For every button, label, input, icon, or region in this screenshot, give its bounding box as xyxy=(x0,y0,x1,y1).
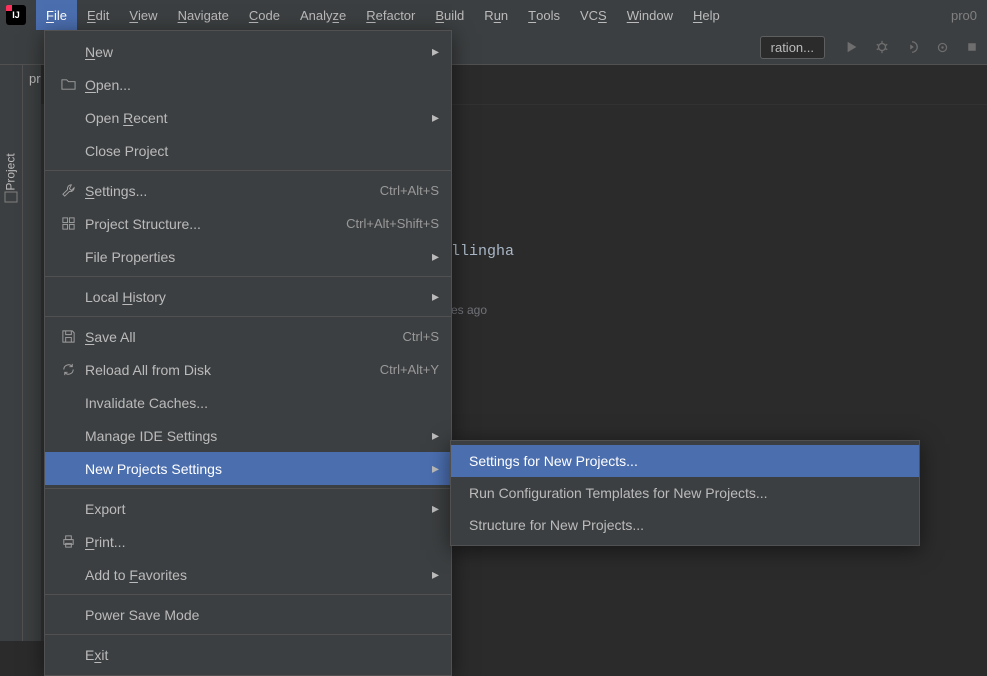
menu-item-label: Print... xyxy=(79,534,439,550)
shortcut-label: Ctrl+Alt+S xyxy=(380,183,439,198)
menu-item-new-projects-settings[interactable]: New Projects Settings ▸ xyxy=(45,452,451,485)
menu-run[interactable]: Run xyxy=(474,0,518,30)
menu-item-reload-all-from-disk[interactable]: Reload All from DiskCtrl+Alt+Y xyxy=(45,353,451,386)
menu-edit[interactable]: Edit xyxy=(77,0,119,30)
folder-icon xyxy=(57,77,79,92)
menu-item-label: Exit xyxy=(79,647,439,663)
stop-icon[interactable] xyxy=(961,36,983,58)
menu-item-label: New xyxy=(79,44,424,60)
menu-item-exit[interactable]: Exit xyxy=(45,638,451,671)
wrench-icon xyxy=(57,183,79,198)
menu-item-close-project[interactable]: Close Project xyxy=(45,134,451,167)
profile-icon[interactable] xyxy=(931,36,953,58)
project-panel xyxy=(23,65,41,641)
menu-item-label: Open... xyxy=(79,77,439,93)
menu-item-save-all[interactable]: Save AllCtrl+S xyxy=(45,320,451,353)
menu-item-label: Invalidate Caches... xyxy=(79,395,439,411)
menu-code[interactable]: Code xyxy=(239,0,290,30)
new-projects-settings-submenu: Settings for New Projects...Run Configur… xyxy=(450,440,920,546)
menu-item-label: Power Save Mode xyxy=(79,607,439,623)
menu-item-label: Close Project xyxy=(79,143,439,159)
debug-icon[interactable] xyxy=(871,36,893,58)
menu-analyze[interactable]: Analyze xyxy=(290,0,356,30)
menu-item-power-save-mode[interactable]: Power Save Mode xyxy=(45,598,451,631)
menu-item-invalidate-caches[interactable]: Invalidate Caches... xyxy=(45,386,451,419)
menu-window[interactable]: Window xyxy=(617,0,683,30)
menu-item-label: Export xyxy=(79,501,424,517)
menu-item-label: File Properties xyxy=(79,249,424,265)
menu-item-open[interactable]: Open... xyxy=(45,68,451,101)
submenu-arrow-icon: ▸ xyxy=(432,43,439,60)
partial-timestamp-behind: es ago xyxy=(451,303,487,317)
menu-file[interactable]: File xyxy=(36,0,77,30)
menu-navigate[interactable]: Navigate xyxy=(168,0,239,30)
submenu-arrow-icon: ▸ xyxy=(432,460,439,477)
menu-item-label: Add to Favorites xyxy=(79,567,424,583)
menu-item-manage-ide-settings[interactable]: Manage IDE Settings ▸ xyxy=(45,419,451,452)
print-icon xyxy=(57,534,79,549)
menu-item-open-recent[interactable]: Open Recent ▸ xyxy=(45,101,451,134)
submenu-arrow-icon: ▸ xyxy=(432,109,439,126)
submenu-item-run-configuration-templates-for-new-projects[interactable]: Run Configuration Templates for New Proj… xyxy=(451,477,919,509)
menu-item-label: Local History xyxy=(79,289,424,305)
menu-item-file-properties[interactable]: File Properties ▸ xyxy=(45,240,451,273)
reload-icon xyxy=(57,362,79,377)
coverage-icon[interactable] xyxy=(901,36,923,58)
menu-item-label: Reload All from Disk xyxy=(79,362,380,378)
menu-item-local-history[interactable]: Local History ▸ xyxy=(45,280,451,313)
menu-item-label: New Projects Settings xyxy=(79,461,424,477)
submenu-arrow-icon: ▸ xyxy=(432,288,439,305)
struct-icon xyxy=(57,216,79,231)
left-tool-stripe: Project xyxy=(0,65,23,641)
menu-item-settings[interactable]: Settings...Ctrl+Alt+S xyxy=(45,174,451,207)
title-bar: FileEditViewNavigateCodeAnalyzeRefactorB… xyxy=(0,0,987,30)
menu-view[interactable]: View xyxy=(119,0,167,30)
run-config-dropdown[interactable]: ration... xyxy=(760,36,825,59)
disk-icon xyxy=(57,329,79,344)
partial-text-behind: llingha xyxy=(451,243,514,260)
file-menu-dropdown: New ▸ Open... Open Recent ▸ Close Project Sett… xyxy=(44,30,452,676)
submenu-arrow-icon: ▸ xyxy=(432,500,439,517)
menu-item-add-to-favorites[interactable]: Add to Favorites ▸ xyxy=(45,558,451,591)
menu-item-label: Manage IDE Settings xyxy=(79,428,424,444)
run-icon[interactable] xyxy=(841,36,863,58)
app-logo xyxy=(6,5,26,25)
submenu-item-structure-for-new-projects[interactable]: Structure for New Projects... xyxy=(451,509,919,541)
structure-tool-icon[interactable] xyxy=(3,189,19,205)
submenu-item-settings-for-new-projects[interactable]: Settings for New Projects... xyxy=(451,445,919,477)
menu-item-export[interactable]: Export ▸ xyxy=(45,492,451,525)
menu-item-label: Project Structure... xyxy=(79,216,346,232)
menu-refactor[interactable]: Refactor xyxy=(356,0,425,30)
shortcut-label: Ctrl+Alt+Shift+S xyxy=(346,216,439,231)
menu-item-label: Save All xyxy=(79,329,403,345)
project-name-hint: pro0 xyxy=(951,8,981,23)
menu-build[interactable]: Build xyxy=(425,0,474,30)
menu-item-project-structure[interactable]: Project Structure...Ctrl+Alt+Shift+S xyxy=(45,207,451,240)
menu-help[interactable]: Help xyxy=(683,0,730,30)
shortcut-label: Ctrl+S xyxy=(403,329,439,344)
menu-tools[interactable]: Tools xyxy=(518,0,570,30)
submenu-arrow-icon: ▸ xyxy=(432,566,439,583)
menu-vcs[interactable]: VCS xyxy=(570,0,617,30)
project-tool-tab[interactable]: Project xyxy=(4,153,18,190)
menu-item-label: Settings... xyxy=(79,183,380,199)
menu-item-label: Open Recent xyxy=(79,110,424,126)
shortcut-label: Ctrl+Alt+Y xyxy=(380,362,439,377)
menu-item-new[interactable]: New ▸ xyxy=(45,35,451,68)
submenu-arrow-icon: ▸ xyxy=(432,248,439,265)
submenu-arrow-icon: ▸ xyxy=(432,427,439,444)
menu-bar: FileEditViewNavigateCodeAnalyzeRefactorB… xyxy=(36,0,730,30)
menu-item-print[interactable]: Print... xyxy=(45,525,451,558)
